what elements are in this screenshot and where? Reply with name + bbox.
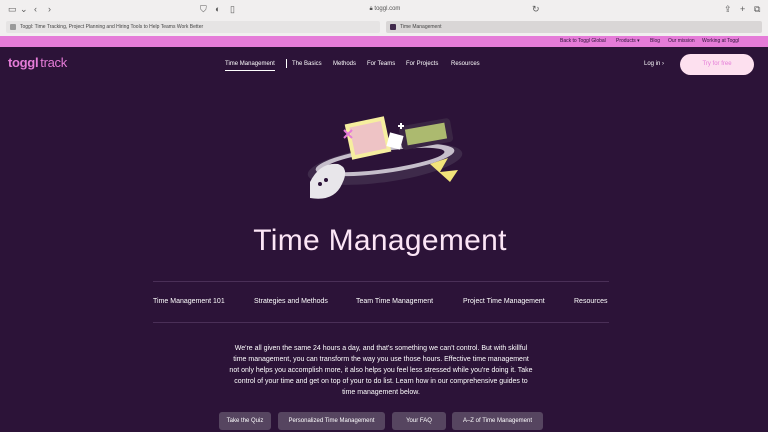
plus-icon[interactable]: + (740, 3, 745, 15)
chevron-down-icon[interactable]: ⌄ (20, 3, 28, 15)
nav-divider (286, 59, 287, 68)
topbar-link-products[interactable]: Products ▾ (616, 36, 640, 47)
nav-link-time-management[interactable]: Time Management (225, 60, 275, 71)
chevron-left-icon[interactable]: ‹ (34, 3, 37, 15)
logo-brand: toggl (8, 55, 39, 70)
main-nav: toggl track Time Management The Basics Me… (0, 47, 768, 81)
your-faq-button[interactable]: Your FAQ (392, 412, 446, 430)
try-for-free-button[interactable]: Try for free (680, 54, 754, 75)
login-link[interactable]: Log in › (644, 60, 664, 68)
subnav-project[interactable]: Project Time Management (463, 297, 545, 306)
divider-top (153, 281, 609, 282)
tab-strip: Toggl: Time Tracking, Project Planning a… (0, 19, 768, 35)
divider-bottom (153, 322, 609, 323)
share-icon[interactable]: ⇪ (724, 3, 732, 15)
global-topbar: Back to Toggl Global Products ▾ Blog Our… (0, 36, 768, 47)
topbar-link-back[interactable]: Back to Toggl Global (560, 36, 606, 47)
reload-icon[interactable]: ↻ (532, 3, 540, 15)
sidebar-icon[interactable]: ▭ (8, 3, 17, 15)
subnav-time-management-101[interactable]: Time Management 101 (153, 297, 225, 306)
logo-product: track (40, 55, 67, 70)
subnav-strategies[interactable]: Strategies and Methods (254, 297, 328, 306)
intro-paragraph: We're all given the same 24 hours a day,… (229, 345, 533, 396)
browser-toolbar: ▭ ⌄ ‹ › ⛉ ◐ ▯ 🔒︎ toggl.com ↻ ⇪ + ⧉ (0, 0, 768, 19)
subnav-team[interactable]: Team Time Management (356, 297, 433, 306)
chevron-right-icon[interactable]: › (48, 3, 51, 15)
toggl-track-logo[interactable]: toggl track (8, 55, 67, 70)
nav-link-methods[interactable]: Methods (333, 60, 356, 68)
nav-link-basics[interactable]: The Basics (292, 60, 322, 68)
reader-icon[interactable]: ◐ (215, 3, 220, 15)
tab-label: Time Management (400, 24, 442, 30)
tabs-icon[interactable]: ⧉ (754, 3, 760, 15)
topbar-link-blog[interactable]: Blog (650, 36, 660, 47)
nav-link-projects[interactable]: For Projects (406, 60, 438, 68)
toggl-favicon-icon (390, 24, 396, 30)
lock-icon: 🔒︎ (369, 6, 373, 12)
page-title: Time Management (253, 224, 507, 257)
tab-time-management[interactable]: Time Management (386, 21, 762, 33)
toggl-favicon-icon (10, 24, 16, 30)
address-text: toggl.com (374, 6, 401, 12)
nav-link-teams[interactable]: For Teams (367, 60, 395, 68)
a-z-time-management-button[interactable]: A–Z of Time Management (452, 412, 543, 430)
hero-illustration (307, 116, 463, 199)
browser-chrome: ▭ ⌄ ‹ › ⛉ ◐ ▯ 🔒︎ toggl.com ↻ ⇪ + ⧉ Toggl… (0, 0, 768, 37)
subnav-resources[interactable]: Resources (574, 297, 607, 306)
address-bar[interactable]: 🔒︎ toggl.com (290, 4, 480, 15)
nav-link-resources[interactable]: Resources (451, 60, 480, 68)
page-icon[interactable]: ▯ (230, 3, 235, 15)
personalized-time-management-button[interactable]: Personalized Time Management (278, 412, 385, 430)
topbar-link-mission[interactable]: Our mission (668, 36, 695, 47)
tab-label: Toggl: Time Tracking, Project Planning a… (20, 24, 204, 30)
take-quiz-button[interactable]: Take the Quiz (219, 412, 271, 430)
shield-icon[interactable]: ⛉ (200, 3, 207, 15)
tab-toggl[interactable]: Toggl: Time Tracking, Project Planning a… (6, 21, 380, 33)
topbar-link-working[interactable]: Working at Toggl (702, 36, 739, 47)
